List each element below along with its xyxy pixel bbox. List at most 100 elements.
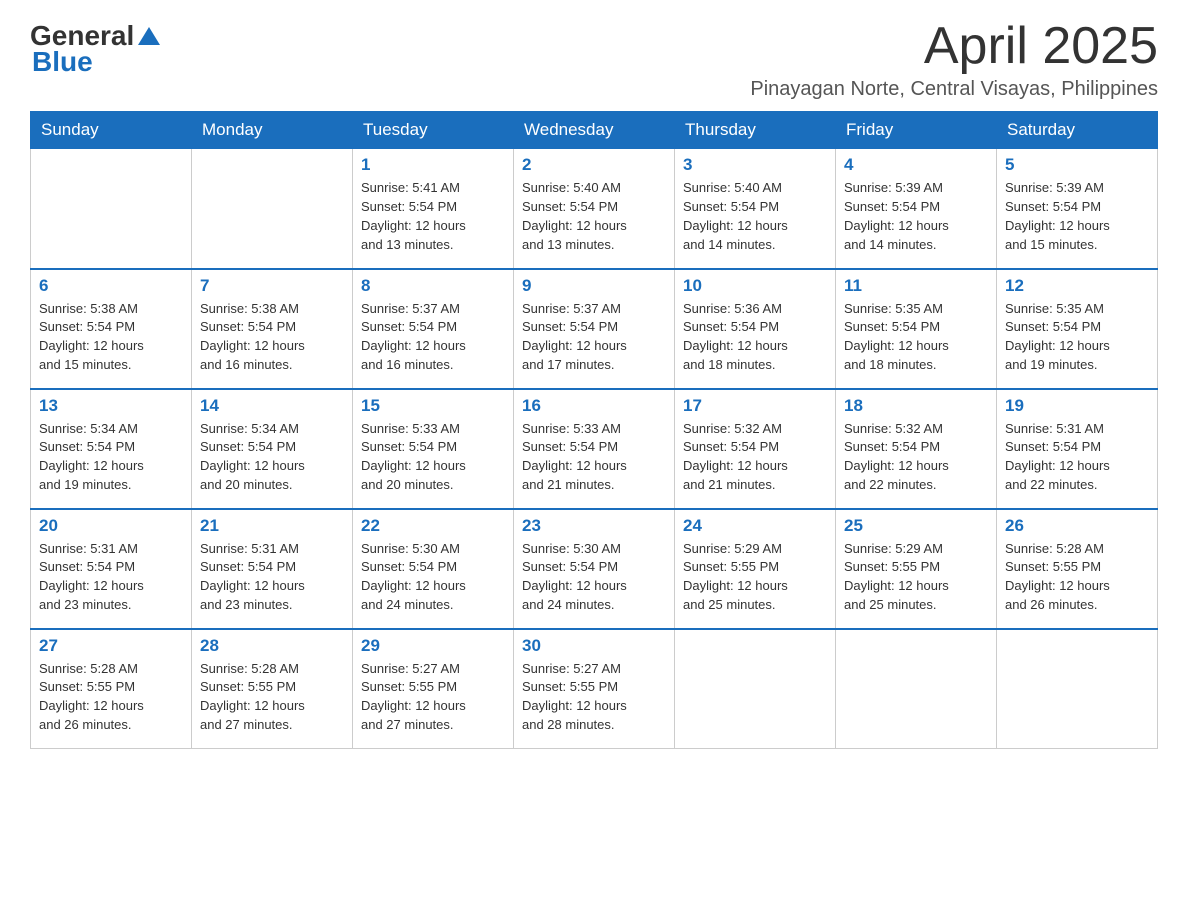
calendar-cell: 9 Sunrise: 5:37 AM Sunset: 5:54 PM Daylig…	[514, 269, 675, 389]
calendar-cell: 4Sunrise: 5:39 AM Sunset: 5:54 PM Daylig…	[836, 149, 997, 269]
day-info: Sunrise: 5:40 AM Sunset: 5:54 PM Dayligh…	[683, 179, 827, 254]
calendar-cell: 26Sunrise: 5:28 AM Sunset: 5:55 PM Dayli…	[997, 509, 1158, 629]
day-info: Sunrise: 5:34 AM Sunset: 5:54 PM Dayligh…	[200, 420, 344, 495]
calendar-cell: 29 Sunrise: 5:27 AM Sunset: 5:55 PM Dayli…	[353, 629, 514, 749]
day-number: 5	[1005, 155, 1149, 175]
day-number: 15	[361, 396, 505, 416]
day-info: Sunrise: 5:37 AM Sunset: 5:54 PM Dayligh…	[361, 300, 505, 375]
calendar-cell: 23Sunrise: 5:30 AM Sunset: 5:54 PM Dayli…	[514, 509, 675, 629]
page-header: General Blue April 2025 Pinayagan Norte,…	[30, 20, 1158, 101]
day-info: Sunrise: 5:36 AM Sunset: 5:54 PM Dayligh…	[683, 300, 827, 375]
calendar-cell: 27 Sunrise: 5:28 AM Sunset: 5:55 PM Dayli…	[31, 629, 192, 749]
calendar-week-row: 6 Sunrise: 5:38 AM Sunset: 5:54 PM Daylig…	[31, 269, 1158, 389]
weekday-header-row: SundayMondayTuesdayWednesdayThursdayFrid…	[31, 112, 1158, 149]
day-info: Sunrise: 5:33 AM Sunset: 5:54 PM Dayligh…	[522, 420, 666, 495]
calendar-week-row: 13 Sunrise: 5:34 AM Sunset: 5:54 PM Dayli…	[31, 389, 1158, 509]
day-info: Sunrise: 5:38 AM Sunset: 5:54 PM Dayligh…	[200, 300, 344, 375]
calendar-cell: 24 Sunrise: 5:29 AM Sunset: 5:55 PM Dayli…	[675, 509, 836, 629]
weekday-header-thursday: Thursday	[675, 112, 836, 149]
calendar-cell: 21Sunrise: 5:31 AM Sunset: 5:54 PM Dayli…	[192, 509, 353, 629]
calendar-cell: 15 Sunrise: 5:33 AM Sunset: 5:54 PM Dayli…	[353, 389, 514, 509]
calendar-cell: 5 Sunrise: 5:39 AM Sunset: 5:54 PM Daylig…	[997, 149, 1158, 269]
day-number: 29	[361, 636, 505, 656]
day-info: Sunrise: 5:31 AM Sunset: 5:54 PM Dayligh…	[200, 540, 344, 615]
day-number: 13	[39, 396, 183, 416]
day-info: Sunrise: 5:28 AM Sunset: 5:55 PM Dayligh…	[39, 660, 183, 735]
day-info: Sunrise: 5:40 AM Sunset: 5:54 PM Dayligh…	[522, 179, 666, 254]
day-info: Sunrise: 5:35 AM Sunset: 5:54 PM Dayligh…	[844, 300, 988, 375]
day-info: Sunrise: 5:39 AM Sunset: 5:54 PM Dayligh…	[1005, 179, 1149, 254]
weekday-header-sunday: Sunday	[31, 112, 192, 149]
calendar-cell: 18 Sunrise: 5:32 AM Sunset: 5:54 PM Dayli…	[836, 389, 997, 509]
day-number: 23	[522, 516, 666, 536]
day-number: 27	[39, 636, 183, 656]
day-info: Sunrise: 5:27 AM Sunset: 5:55 PM Dayligh…	[522, 660, 666, 735]
calendar-cell	[192, 149, 353, 269]
calendar-cell: 11 Sunrise: 5:35 AM Sunset: 5:54 PM Dayli…	[836, 269, 997, 389]
day-number: 9	[522, 276, 666, 296]
day-number: 28	[200, 636, 344, 656]
day-number: 2	[522, 155, 666, 175]
day-info: Sunrise: 5:31 AM Sunset: 5:54 PM Dayligh…	[1005, 420, 1149, 495]
day-number: 20	[39, 516, 183, 536]
day-number: 12	[1005, 276, 1149, 296]
calendar-cell	[997, 629, 1158, 749]
month-year-title: April 2025	[750, 20, 1158, 72]
weekday-header-saturday: Saturday	[997, 112, 1158, 149]
day-info: Sunrise: 5:35 AM Sunset: 5:54 PM Dayligh…	[1005, 300, 1149, 375]
calendar-cell: 19 Sunrise: 5:31 AM Sunset: 5:54 PM Dayli…	[997, 389, 1158, 509]
day-number: 22	[361, 516, 505, 536]
weekday-header-friday: Friday	[836, 112, 997, 149]
weekday-header-tuesday: Tuesday	[353, 112, 514, 149]
day-info: Sunrise: 5:32 AM Sunset: 5:54 PM Dayligh…	[844, 420, 988, 495]
day-info: Sunrise: 5:31 AM Sunset: 5:54 PM Dayligh…	[39, 540, 183, 615]
calendar-cell: 13Sunrise: 5:34 AM Sunset: 5:54 PM Dayli…	[31, 389, 192, 509]
day-info: Sunrise: 5:41 AM Sunset: 5:54 PM Dayligh…	[361, 179, 505, 254]
calendar-cell: 16 Sunrise: 5:33 AM Sunset: 5:54 PM Dayli…	[514, 389, 675, 509]
calendar-cell	[31, 149, 192, 269]
day-number: 14	[200, 396, 344, 416]
day-number: 24	[683, 516, 827, 536]
day-info: Sunrise: 5:39 AM Sunset: 5:54 PM Dayligh…	[844, 179, 988, 254]
calendar-week-row: 20 Sunrise: 5:31 AM Sunset: 5:54 PM Dayli…	[31, 509, 1158, 629]
calendar-cell: 25 Sunrise: 5:29 AM Sunset: 5:55 PM Dayli…	[836, 509, 997, 629]
day-info: Sunrise: 5:29 AM Sunset: 5:55 PM Dayligh…	[844, 540, 988, 615]
day-number: 1	[361, 155, 505, 175]
day-number: 18	[844, 396, 988, 416]
calendar-week-row: 27 Sunrise: 5:28 AM Sunset: 5:55 PM Dayli…	[31, 629, 1158, 749]
day-number: 7	[200, 276, 344, 296]
day-number: 19	[1005, 396, 1149, 416]
day-number: 11	[844, 276, 988, 296]
logo: General Blue	[30, 20, 160, 78]
calendar-cell: 6 Sunrise: 5:38 AM Sunset: 5:54 PM Daylig…	[31, 269, 192, 389]
calendar-cell: 12 Sunrise: 5:35 AM Sunset: 5:54 PM Dayli…	[997, 269, 1158, 389]
calendar-cell: 20 Sunrise: 5:31 AM Sunset: 5:54 PM Dayli…	[31, 509, 192, 629]
day-info: Sunrise: 5:28 AM Sunset: 5:55 PM Dayligh…	[1005, 540, 1149, 615]
calendar-cell: 10 Sunrise: 5:36 AM Sunset: 5:54 PM Dayli…	[675, 269, 836, 389]
calendar-cell: 1 Sunrise: 5:41 AM Sunset: 5:54 PM Daylig…	[353, 149, 514, 269]
day-info: Sunrise: 5:37 AM Sunset: 5:54 PM Dayligh…	[522, 300, 666, 375]
location-subtitle: Pinayagan Norte, Central Visayas, Philip…	[750, 78, 1158, 101]
day-number: 25	[844, 516, 988, 536]
weekday-header-monday: Monday	[192, 112, 353, 149]
day-info: Sunrise: 5:30 AM Sunset: 5:54 PM Dayligh…	[361, 540, 505, 615]
day-number: 3	[683, 155, 827, 175]
title-section: April 2025 Pinayagan Norte, Central Visa…	[750, 20, 1158, 101]
logo-triangle-icon	[138, 25, 160, 47]
day-info: Sunrise: 5:32 AM Sunset: 5:54 PM Dayligh…	[683, 420, 827, 495]
day-number: 6	[39, 276, 183, 296]
calendar-cell	[836, 629, 997, 749]
day-info: Sunrise: 5:27 AM Sunset: 5:55 PM Dayligh…	[361, 660, 505, 735]
weekday-header-wednesday: Wednesday	[514, 112, 675, 149]
day-number: 16	[522, 396, 666, 416]
day-info: Sunrise: 5:28 AM Sunset: 5:55 PM Dayligh…	[200, 660, 344, 735]
calendar-cell: 3 Sunrise: 5:40 AM Sunset: 5:54 PM Daylig…	[675, 149, 836, 269]
calendar-week-row: 1 Sunrise: 5:41 AM Sunset: 5:54 PM Daylig…	[31, 149, 1158, 269]
calendar-table: SundayMondayTuesdayWednesdayThursdayFrid…	[30, 111, 1158, 749]
day-number: 10	[683, 276, 827, 296]
calendar-cell: 22 Sunrise: 5:30 AM Sunset: 5:54 PM Dayli…	[353, 509, 514, 629]
day-info: Sunrise: 5:29 AM Sunset: 5:55 PM Dayligh…	[683, 540, 827, 615]
day-info: Sunrise: 5:33 AM Sunset: 5:54 PM Dayligh…	[361, 420, 505, 495]
day-info: Sunrise: 5:38 AM Sunset: 5:54 PM Dayligh…	[39, 300, 183, 375]
calendar-cell	[675, 629, 836, 749]
